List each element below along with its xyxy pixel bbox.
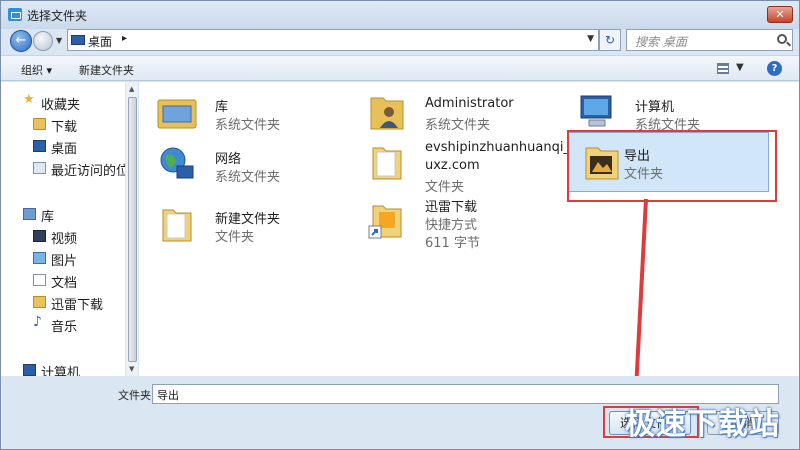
list-item[interactable]: 网络 系统文件夹 bbox=[155, 140, 355, 190]
forward-button[interactable] bbox=[33, 31, 53, 51]
library-icon bbox=[23, 208, 36, 220]
new-folder-button[interactable]: 新建文件夹 bbox=[79, 62, 134, 78]
computer-icon bbox=[23, 364, 36, 376]
organize-menu[interactable]: 组织 ▾ bbox=[21, 62, 52, 78]
sidebar-item-label: 下载 bbox=[51, 120, 78, 134]
nav-pane-scrollbar[interactable]: ▲ ▼ bbox=[125, 82, 138, 376]
search-placeholder: 搜索 桌面 bbox=[635, 35, 687, 49]
sidebar-item-pictures[interactable]: 图片 bbox=[1, 248, 125, 268]
title-bar: 选择文件夹 ✕ bbox=[1, 1, 799, 29]
scroll-up-icon[interactable]: ▲ bbox=[129, 85, 134, 93]
folder-icon bbox=[162, 209, 192, 242]
watermark: 极速下载站 bbox=[625, 407, 780, 442]
close-button[interactable]: ✕ bbox=[767, 6, 793, 23]
folder-icon bbox=[33, 118, 46, 130]
item-type: 文件夹 bbox=[425, 180, 465, 195]
chevron-down-icon[interactable]: ▼ bbox=[587, 34, 594, 44]
sidebar-item-videos[interactable]: 视频 bbox=[1, 226, 125, 246]
view-options-button[interactable]: ▼ bbox=[715, 61, 745, 77]
folder-icon bbox=[372, 147, 402, 180]
sidebar-item-desktop[interactable]: 桌面 bbox=[1, 136, 125, 156]
sidebar-item-label: 计算机 bbox=[41, 366, 81, 376]
sidebar-item-label: 图片 bbox=[51, 254, 78, 268]
sidebar-item-label: 文档 bbox=[51, 276, 78, 290]
address-text[interactable]: 桌面 bbox=[88, 33, 112, 50]
item-name: evshipinzhuanhuanqi_Jis bbox=[425, 140, 585, 155]
app-icon bbox=[8, 8, 22, 21]
sidebar-item-documents[interactable]: 文档 bbox=[1, 270, 125, 290]
refresh-button[interactable]: ↻ bbox=[599, 29, 621, 51]
recent-places-icon bbox=[33, 162, 46, 174]
user-folder-icon bbox=[370, 97, 404, 130]
list-item[interactable]: 迅雷下载 快捷方式 611 字节 bbox=[365, 194, 565, 260]
shortcut-folder-icon bbox=[368, 205, 402, 239]
item-name: 库 bbox=[215, 100, 229, 115]
window-title: 选择文件夹 bbox=[27, 9, 88, 23]
sidebar-item-music[interactable]: ♪ 音乐 bbox=[1, 314, 125, 334]
documents-icon bbox=[33, 274, 46, 286]
history-dropdown-icon[interactable]: ▼ bbox=[56, 36, 62, 45]
navigation-row: ← ▼ 桌面 ▸ ▼ ↻ 搜索 桌面 bbox=[1, 29, 799, 53]
scrollbar-thumb[interactable] bbox=[128, 97, 137, 362]
sidebar-item-label: 库 bbox=[41, 210, 55, 224]
item-name: 新建文件夹 bbox=[215, 212, 281, 227]
list-item[interactable]: 库 系统文件夹 bbox=[155, 88, 355, 138]
item-type: 快捷方式 bbox=[425, 218, 478, 233]
item-name-line2: uxz.com bbox=[425, 158, 480, 173]
desktop-icon bbox=[33, 140, 46, 152]
sidebar-item-recent[interactable]: 最近访问的位 bbox=[1, 158, 125, 178]
file-list: 库 系统文件夹 Administrator 系统文件夹 计算机 系统文件夹 网络… bbox=[139, 82, 799, 376]
chevron-right-icon[interactable]: ▸ bbox=[122, 33, 127, 44]
music-icon: ♪ bbox=[33, 314, 42, 330]
back-button[interactable]: ← bbox=[10, 30, 32, 52]
search-icon[interactable] bbox=[777, 34, 787, 44]
item-name: Administrator bbox=[425, 96, 514, 111]
video-icon bbox=[33, 230, 46, 242]
computer-icon bbox=[580, 95, 612, 127]
library-icon bbox=[157, 99, 197, 129]
item-name: 计算机 bbox=[635, 100, 675, 115]
sidebar-item-label: 音乐 bbox=[51, 320, 78, 334]
sidebar-item-label: 最近访问的位 bbox=[51, 164, 125, 178]
highlight-box bbox=[567, 130, 777, 202]
item-type: 系统文件夹 bbox=[215, 118, 281, 133]
chevron-down-icon: ▼ bbox=[736, 62, 744, 73]
navigation-pane: ★ 收藏夹 下载 桌面 最近访问的位 库 视频 图片 文档 迅雷下载 ♪ 音乐 … bbox=[1, 82, 138, 376]
star-icon: ★ bbox=[23, 92, 35, 107]
sidebar-item-label: 视频 bbox=[51, 232, 78, 246]
sidebar-item-label: 桌面 bbox=[51, 142, 78, 156]
scroll-down-icon[interactable]: ▼ bbox=[129, 365, 134, 373]
command-bar: 组织 ▾ 新建文件夹 ▼ ? bbox=[1, 55, 799, 81]
folder-label: 文件夹: bbox=[118, 389, 155, 402]
item-type: 文件夹 bbox=[215, 230, 255, 245]
sidebar-item-label: 收藏夹 bbox=[41, 98, 81, 112]
sidebar-item-libraries[interactable]: 库 bbox=[1, 204, 125, 224]
search-input[interactable]: 搜索 桌面 bbox=[626, 29, 793, 51]
sidebar-item-label: 迅雷下载 bbox=[51, 298, 104, 312]
item-name: 网络 bbox=[215, 152, 242, 167]
item-size: 611 字节 bbox=[425, 236, 480, 251]
item-name: 迅雷下载 bbox=[425, 200, 478, 215]
sidebar-item-computer[interactable]: 计算机 bbox=[1, 360, 125, 376]
address-bar[interactable]: 桌面 ▸ ▼ bbox=[67, 29, 599, 51]
help-icon[interactable]: ? bbox=[767, 61, 782, 76]
sidebar-item-favorites[interactable]: ★ 收藏夹 bbox=[1, 92, 125, 112]
item-type: 系统文件夹 bbox=[425, 118, 491, 133]
thunder-folder-icon bbox=[33, 296, 46, 308]
list-item[interactable]: Administrator 系统文件夹 bbox=[365, 88, 565, 138]
pictures-icon bbox=[33, 252, 46, 264]
folder-picker-dialog: 选择文件夹 ✕ ← ▼ 桌面 ▸ ▼ ↻ 搜索 桌面 组织 ▾ 新建文件夹 ▼ … bbox=[0, 0, 800, 450]
view-icon bbox=[717, 63, 729, 74]
desktop-icon bbox=[71, 35, 85, 45]
sidebar-item-downloads[interactable]: 下载 bbox=[1, 114, 125, 134]
network-icon bbox=[160, 147, 194, 179]
item-type: 系统文件夹 bbox=[215, 170, 281, 185]
list-item[interactable]: 新建文件夹 文件夹 bbox=[155, 200, 355, 250]
sidebar-item-thunder-downloads[interactable]: 迅雷下载 bbox=[1, 292, 125, 312]
